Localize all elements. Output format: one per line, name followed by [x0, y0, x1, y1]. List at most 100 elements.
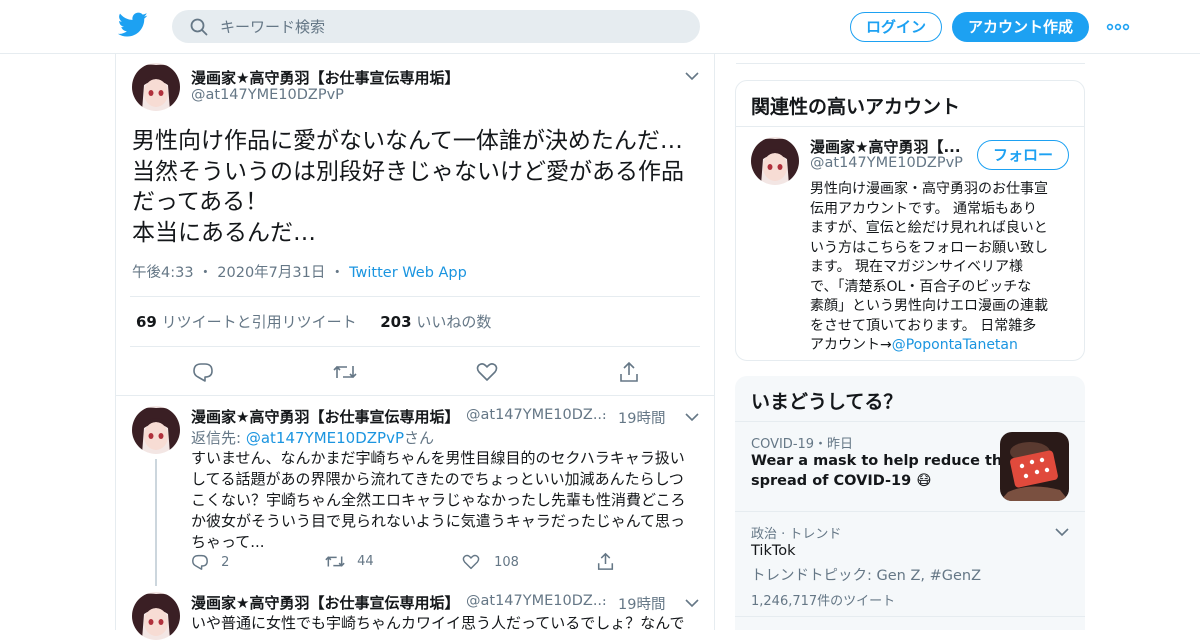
- twitter-logo-icon[interactable]: [118, 12, 148, 40]
- retweet-icon[interactable]: [333, 363, 357, 381]
- related-accounts-title: 関連性の高いアカウント: [751, 96, 961, 118]
- retweets-count: 69: [136, 313, 157, 331]
- reply-count: 2: [221, 554, 230, 570]
- divider: [736, 126, 1084, 127]
- like-icon[interactable]: [476, 362, 498, 382]
- thread-line: [155, 459, 157, 586]
- chevron-down-icon[interactable]: [1055, 527, 1069, 537]
- reply-author-handle[interactable]: @at147YME10DZ...: [466, 407, 607, 423]
- tweet-text-line: だってある！: [132, 189, 269, 215]
- avatar[interactable]: [132, 63, 180, 111]
- reply-text-line: こくない？宇崎ちゃん全然エロキャラじゃなかったし先輩も性消費どころ: [191, 491, 686, 509]
- chevron-down-icon[interactable]: [685, 598, 699, 608]
- related-accounts-card: 関連性の高いアカウント 漫画家★高守勇羽【... @at147YME10DZPv…: [735, 80, 1085, 361]
- divider: [735, 511, 1085, 512]
- tweet-meta: 午後4:33 ・ 2020年7月31日 ・ Twitter Web App: [132, 261, 467, 282]
- bio-last-prefix: アカウント→: [810, 337, 892, 353]
- avatar[interactable]: [751, 137, 799, 185]
- avatar[interactable]: [132, 592, 180, 640]
- reply-author-name[interactable]: 漫画家★高守勇羽【お仕事宣伝専用垢】: [191, 592, 459, 613]
- search-icon: [190, 18, 208, 36]
- likes-count: 203: [380, 313, 412, 331]
- reply-text: いや普通に女性でも宇崎ちゃんカワイイ思う人だっているでしょ？なんで: [191, 613, 696, 634]
- chevron-down-icon[interactable]: [685, 71, 699, 81]
- share-icon[interactable]: [619, 361, 639, 383]
- retweet-action[interactable]: 44: [325, 554, 374, 569]
- top-bar: ログイン アカウント作成: [0, 0, 1200, 54]
- tweet-source-link[interactable]: Twitter Web App: [349, 265, 467, 281]
- tweet-text-line: 男性向け作品に愛がないなんて一体誰が決めたんだ…: [132, 128, 683, 154]
- reply-to-prefix: 返信先:: [191, 429, 246, 447]
- bio-line: 素顔」という男性向けエロ漫画の連載: [810, 298, 1048, 314]
- reply-icon: [191, 554, 209, 570]
- reply-to-handle-link[interactable]: @at147YME10DZPvP: [246, 429, 404, 447]
- bio-line: をさせて頂いております。 日常雑多: [810, 317, 1037, 334]
- divider: [736, 63, 1085, 64]
- trends-title: いまどうしてる？: [751, 391, 903, 413]
- reply-text-line: すいません、なんかまだ宇崎ちゃんを男性目線目的のセクハラキャラ扱い: [191, 449, 685, 467]
- likes-stat[interactable]: 203 いいねの数: [380, 313, 491, 331]
- divider: [735, 616, 1085, 617]
- related-account-bio: 男性向け漫画家・高守勇羽のお仕事宣 伝用アカウントです。 通常垢もあり ますが、…: [810, 180, 1072, 356]
- divider: [735, 421, 1085, 422]
- reply-time[interactable]: 19時間: [618, 593, 665, 614]
- bio-line: アカウント→@PopontaTanetan: [810, 336, 1072, 356]
- tweet-text-line: 本当にあるんだ…: [132, 219, 316, 246]
- chevron-down-icon[interactable]: [685, 412, 699, 422]
- bio-mention-link[interactable]: @PopontaTanetan: [892, 337, 1018, 353]
- signup-button[interactable]: アカウント作成: [952, 12, 1089, 42]
- trend-headline-line: Wear a mask to help reduce the: [751, 453, 1013, 469]
- tweet-actions: [116, 359, 716, 383]
- trend-headline-line: spread of COVID-19 😷: [751, 473, 932, 489]
- reply-time[interactable]: 19時間: [618, 407, 665, 428]
- separator-dot: ・: [329, 265, 345, 281]
- separator-dot: ·: [602, 593, 607, 609]
- reply-text-line: いや普通に女性でも宇崎ちゃんカワイイ思う人だっているでしょ？なんで: [191, 614, 685, 632]
- like-count: 108: [494, 554, 519, 570]
- separator-dot: ・: [198, 265, 213, 281]
- reply-author-name[interactable]: 漫画家★高守勇羽【お仕事宣伝専用垢】: [191, 406, 459, 427]
- follow-button[interactable]: フォロー: [977, 140, 1069, 170]
- related-account-name[interactable]: 漫画家★高守勇羽【...: [810, 136, 961, 157]
- tweet-time[interactable]: 午後4:33: [132, 265, 194, 281]
- bio-line: ますが、宣伝と絵だけ見れれば良いと: [810, 220, 1048, 236]
- bio-line: 男性向け漫画家・高守勇羽のお仕事宣: [810, 181, 1048, 197]
- reply-text-line: してる話題があの界隈から流れてきたのでちょっといい加減あんたらしつ: [191, 470, 684, 488]
- reply-to-suffix: さん: [404, 429, 435, 447]
- search-input[interactable]: [220, 14, 680, 39]
- likes-label: いいねの数: [416, 313, 492, 331]
- reply-to-line: 返信先: @at147YME10DZPvPさん: [191, 427, 434, 448]
- trend-meta: COVID-19・昨日: [751, 437, 854, 452]
- tweet-author-handle[interactable]: @at147YME10DZPvP: [191, 87, 344, 103]
- search-box[interactable]: [172, 10, 700, 43]
- avatar[interactable]: [132, 406, 180, 454]
- reply-author-handle[interactable]: @at147YME10DZ...: [466, 593, 607, 609]
- tweet-date[interactable]: 2020年7月31日: [217, 265, 325, 281]
- tweet-author-name[interactable]: 漫画家★高守勇羽【お仕事宣伝専用垢】: [191, 67, 459, 88]
- divider: [130, 346, 700, 347]
- more-icon[interactable]: [1106, 22, 1130, 32]
- bio-line: 伝用アカウントです。 通常垢もあり: [810, 200, 1038, 217]
- like-action[interactable]: 108: [462, 554, 519, 570]
- trend-tweet-count: 1,246,717件のツイート: [751, 594, 896, 609]
- timeline-column: 漫画家★高守勇羽【お仕事宣伝専用垢】 @at147YME10DZPvP 男性向け…: [115, 54, 716, 640]
- retweet-count: 44: [357, 554, 374, 569]
- tweet-text-line: 当然そういうのは別段好きじゃないけど愛がある作品: [132, 158, 684, 185]
- retweets-stat[interactable]: 69 リツイートと引用リツイート: [136, 313, 357, 331]
- bio-line: ます。 現在マガジンサイベリア様: [810, 259, 1024, 275]
- tweet-stats: 69 リツイートと引用リツイート 203 いいねの数: [136, 311, 491, 332]
- login-button[interactable]: ログイン: [850, 12, 942, 42]
- reply-text: すいません、なんかまだ宇崎ちゃんを男性目線目的のセクハラキャラ扱い してる話題が…: [191, 448, 696, 553]
- reply-icon[interactable]: [192, 362, 214, 382]
- tweet-text: 男性向け作品に愛がないなんて一体誰が決めたんだ… 当然そういうのは別段好きじゃな…: [132, 126, 704, 248]
- bio-line: いう方はこちらをフォローお願い致し: [810, 239, 1048, 256]
- reply-text-line: か彼女がそういう目で見られないように気遣うキャラだったじゃんて思っ: [191, 512, 685, 530]
- trend-name: TikTok: [751, 543, 796, 559]
- share-icon[interactable]: [597, 552, 614, 571]
- divider: [130, 296, 700, 297]
- related-account-handle[interactable]: @at147YME10DZPvP: [810, 155, 963, 171]
- retweets-label: リツイートと引用リツイート: [161, 313, 357, 331]
- trend-meta: 政治 · トレンド: [751, 527, 842, 542]
- reply-action[interactable]: 2: [191, 554, 229, 570]
- trend-subtitle: トレンドトピック: Gen Z, #GenZ: [751, 568, 982, 584]
